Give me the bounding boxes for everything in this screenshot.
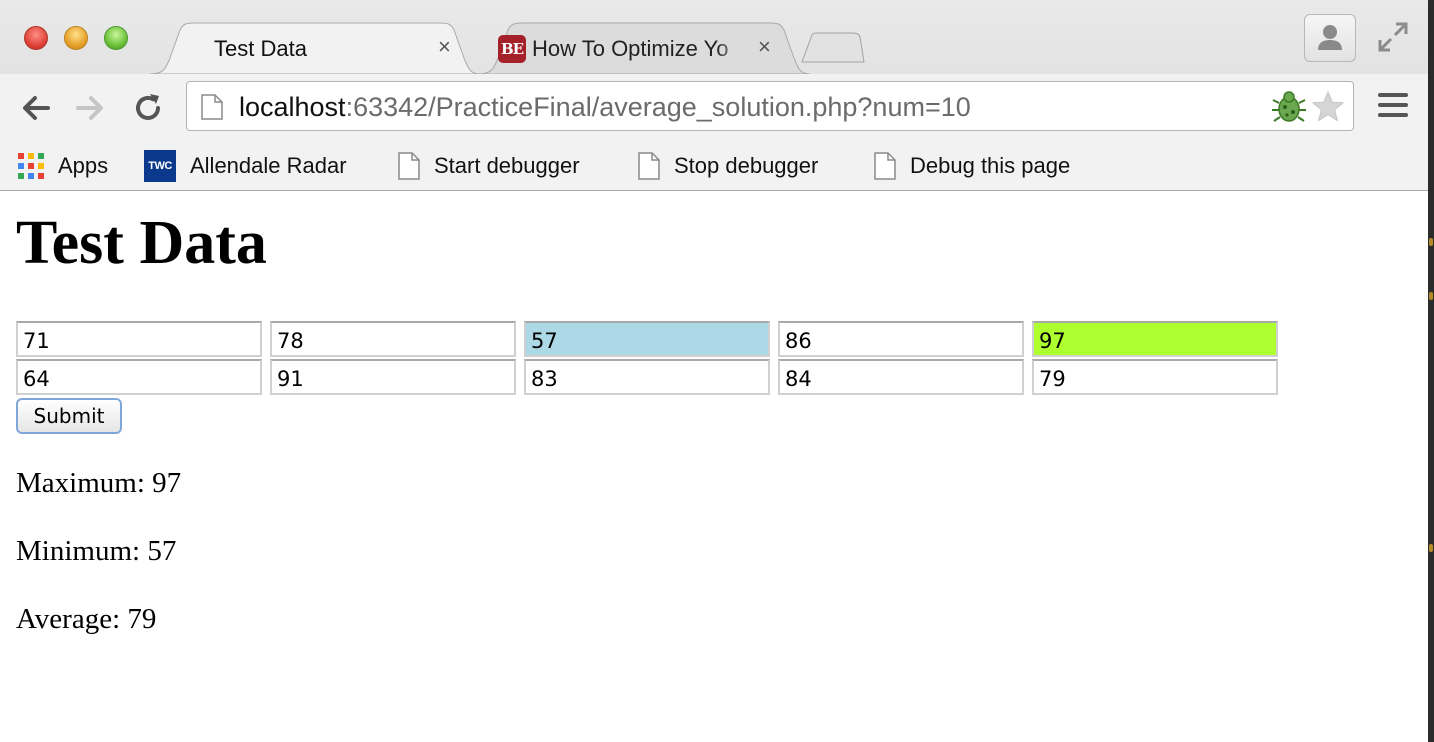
url-text: localhost:63342/PracticeFinal/average_so… — [239, 92, 971, 123]
back-arrow-icon[interactable] — [18, 90, 54, 126]
menu-bar — [1378, 93, 1408, 97]
maximum-stat: Maximum: 97 — [16, 467, 182, 499]
close-window-button[interactable] — [24, 26, 48, 50]
close-tab-icon[interactable]: × — [438, 34, 451, 60]
score-input-minimum[interactable] — [524, 321, 770, 357]
edge-marker — [1429, 544, 1433, 552]
menu-bar — [1378, 103, 1408, 107]
address-bar[interactable]: localhost:63342/PracticeFinal/average_so… — [186, 81, 1354, 131]
bookmark-label: Stop debugger — [674, 153, 819, 178]
be-favicon-icon: BE — [498, 35, 526, 63]
minimum-stat: Minimum: 57 — [16, 535, 177, 567]
close-tab-icon[interactable]: × — [758, 34, 771, 60]
score-input[interactable] — [524, 359, 770, 395]
menu-bar — [1378, 113, 1408, 117]
score-inputs — [16, 321, 1278, 395]
bookmark-stop-debugger[interactable]: Stop debugger — [638, 148, 818, 184]
bookmark-label: Apps — [58, 153, 109, 178]
edge-marker — [1429, 292, 1433, 300]
forward-arrow-icon[interactable] — [72, 90, 108, 126]
fullscreen-icon[interactable] — [1376, 20, 1410, 54]
profile-button[interactable] — [1304, 14, 1356, 62]
bookmark-label: Allendale Radar — [190, 153, 347, 178]
minimize-window-button[interactable] — [64, 26, 88, 50]
browser-chrome: BE How To Optimize Yo × Test Data × loca… — [0, 0, 1428, 191]
page-icon — [201, 94, 223, 120]
zoom-window-button[interactable] — [104, 26, 128, 50]
score-input-maximum[interactable] — [1032, 321, 1278, 357]
score-input[interactable] — [778, 359, 1024, 395]
score-input[interactable] — [16, 321, 262, 357]
page-content: Test Data Submit Maximum: 97 Minimum: 57… — [0, 191, 1428, 742]
page-title: Test Data — [16, 209, 267, 277]
tab-title: How To Optimize Yo — [532, 36, 729, 61]
score-input[interactable] — [778, 321, 1024, 357]
bookmark-label: Start debugger — [434, 153, 580, 178]
apps-grid-icon — [18, 153, 44, 179]
average-stat: Average: 79 — [16, 603, 157, 635]
score-input[interactable] — [16, 359, 262, 395]
bookmarks-bar: Apps TWC Allendale Radar Start debugger … — [0, 142, 1428, 190]
new-tab-button[interactable] — [800, 32, 866, 64]
person-icon — [1318, 25, 1342, 50]
page-icon — [874, 152, 896, 180]
score-input[interactable] — [270, 321, 516, 357]
bookmark-allendale-radar[interactable]: TWC Allendale Radar — [144, 148, 347, 184]
url-host: localhost — [239, 92, 346, 122]
page-icon — [398, 152, 420, 180]
reload-icon[interactable] — [130, 90, 166, 126]
tab-strip: BE How To Optimize Yo × Test Data × — [0, 0, 1428, 74]
bookmark-apps[interactable]: Apps — [18, 148, 108, 184]
bookmark-debug-this-page[interactable]: Debug this page — [874, 148, 1070, 184]
tab-title: Test Data — [214, 36, 307, 61]
tab-how-to-optimize[interactable]: BE How To Optimize Yo × — [478, 22, 810, 74]
score-input[interactable] — [1032, 359, 1278, 395]
submit-button[interactable]: Submit — [16, 398, 122, 434]
chrome-menu-icon[interactable] — [1378, 93, 1408, 121]
url-path: :63342/PracticeFinal/average_solution.ph… — [345, 92, 971, 122]
edge-marker — [1429, 238, 1433, 246]
twc-logo-icon: TWC — [144, 150, 176, 182]
bookmark-label: Debug this page — [910, 153, 1071, 178]
tab-test-data[interactable]: Test Data × — [150, 22, 480, 74]
page-icon — [638, 152, 660, 180]
debugger-bug-icon[interactable] — [1271, 90, 1307, 124]
bookmark-start-debugger[interactable]: Start debugger — [398, 148, 580, 184]
score-input[interactable] — [270, 359, 516, 395]
bookmark-star-icon[interactable] — [1311, 90, 1345, 124]
toolbar: localhost:63342/PracticeFinal/average_so… — [0, 74, 1428, 142]
window-edge — [1428, 0, 1434, 742]
